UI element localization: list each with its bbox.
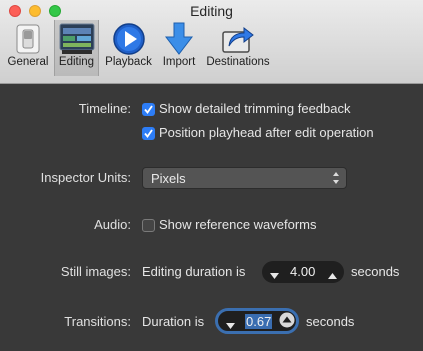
checkmark-icon (144, 105, 153, 114)
tab-label: Destinations (206, 56, 270, 68)
still-images-prefix: Editing duration is (142, 264, 246, 279)
position-playhead-label[interactable]: Position playhead after edit operation (159, 125, 374, 140)
still-images-suffix: seconds (351, 264, 400, 279)
increment-arrow-icon[interactable] (328, 267, 337, 285)
tab-label: Import (162, 56, 196, 68)
timeline-icon (59, 22, 95, 56)
increment-arrow-icon[interactable] (279, 312, 295, 333)
transitions-suffix: seconds (306, 314, 355, 329)
checkmark-icon (144, 129, 153, 138)
tab-general[interactable]: General (4, 20, 52, 76)
transition-duration-value[interactable]: 0.67 (245, 314, 273, 329)
transitions-label: Transitions: (64, 314, 131, 329)
reference-waveforms-checkbox[interactable] (142, 219, 155, 232)
updown-arrows-icon (332, 171, 340, 190)
decrement-arrow-icon[interactable] (270, 267, 279, 285)
tab-destinations[interactable]: Destinations (202, 20, 274, 76)
tab-import[interactable]: Import (158, 20, 200, 76)
tab-label: General (7, 56, 49, 68)
preferences-pane: Timeline: Show detailed trimming feedbac… (0, 84, 423, 351)
inspector-units-popup[interactable]: Pixels (142, 167, 347, 189)
title-bar: Editing General Editing Playback Import … (0, 0, 423, 84)
switch-icon (10, 22, 46, 56)
download-arrow-icon (161, 22, 197, 56)
detailed-trimming-checkbox[interactable] (142, 103, 155, 116)
decrement-arrow-icon[interactable] (226, 317, 235, 335)
reference-waveforms-label[interactable]: Show reference waveforms (159, 217, 317, 232)
still-duration-stepper[interactable]: 4.00 (262, 261, 344, 283)
transition-duration-stepper[interactable]: 0.67 (215, 308, 299, 334)
play-icon (111, 22, 147, 56)
still-images-label: Still images: (60, 264, 131, 279)
audio-label: Audio: (94, 217, 131, 232)
tab-label: Editing (58, 56, 95, 68)
inspector-units-value: Pixels (151, 171, 186, 186)
still-duration-value[interactable]: 4.00 (290, 264, 315, 279)
tab-editing[interactable]: Editing (54, 20, 99, 76)
tab-playback[interactable]: Playback (101, 20, 156, 76)
share-icon (220, 22, 256, 56)
timeline-label: Timeline: (78, 101, 131, 116)
transitions-prefix: Duration is (142, 314, 205, 329)
detailed-trimming-label[interactable]: Show detailed trimming feedback (159, 101, 351, 116)
inspector-units-label: Inspector Units: (40, 170, 131, 185)
tab-label: Playback (105, 56, 152, 68)
window-title: Editing (190, 3, 233, 19)
position-playhead-checkbox[interactable] (142, 127, 155, 140)
